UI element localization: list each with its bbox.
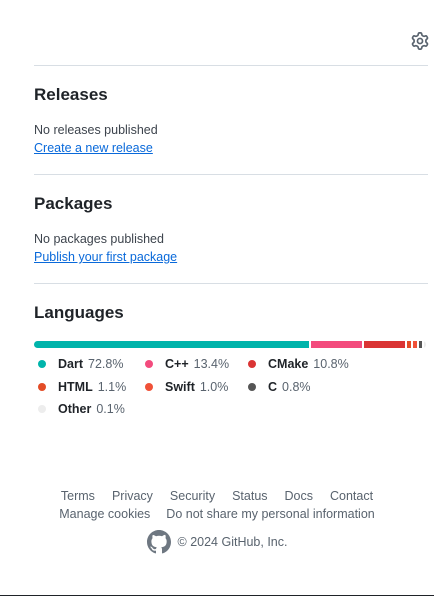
packages-empty-text: No packages published [34, 232, 164, 246]
language-item[interactable]: CMake 10.8% [248, 357, 349, 371]
language-bar-segment[interactable] [34, 341, 310, 348]
footer-link[interactable]: Contact [330, 489, 373, 503]
releases-empty-text: No releases published [34, 123, 158, 137]
language-item[interactable]: HTML 1.1% [38, 380, 126, 394]
divider [34, 65, 428, 66]
language-percent: 1.1% [97, 380, 127, 394]
language-color-dot-icon [145, 360, 153, 368]
footer-link[interactable]: Docs [285, 489, 313, 503]
language-percent: 1.0% [199, 380, 229, 394]
language-item[interactable]: Swift 1.0% [145, 380, 228, 394]
footer-links: Terms Privacy Security Status Docs Contact [0, 489, 434, 503]
language-bar-segment[interactable] [407, 341, 412, 348]
bottom-border [0, 595, 434, 596]
footer-copyright-row: © 2024 GitHub, Inc. [0, 530, 434, 554]
languages-heading: Languages [34, 303, 124, 322]
language-percent: 72.8% [88, 357, 124, 371]
footer-link[interactable]: Terms [61, 489, 95, 503]
language-color-dot-icon [38, 405, 46, 413]
language-percent: 0.8% [282, 380, 311, 394]
language-bar-segment[interactable] [311, 341, 363, 348]
language-item[interactable]: Other 0.1% [38, 402, 125, 416]
divider [34, 283, 428, 284]
language-item[interactable]: Dart 72.8% [38, 357, 123, 371]
copyright-text: © 2024 GitHub, Inc. [177, 535, 288, 549]
footer-link[interactable]: Security [170, 489, 215, 503]
language-percent: 13.4% [193, 357, 230, 371]
create-release-link[interactable]: Create a new release [34, 141, 153, 155]
language-item[interactable]: C++ 13.4% [145, 357, 229, 371]
language-percent: 0.1% [96, 402, 125, 416]
footer-links-secondary: Manage cookies Do not share my personal i… [0, 507, 434, 521]
language-percent: 10.8% [313, 357, 349, 371]
language-bar-segment[interactable] [413, 341, 417, 348]
language-name: C [268, 380, 278, 394]
language-bar-segment[interactable] [418, 341, 422, 348]
language-bar-segment[interactable] [364, 341, 406, 348]
packages-heading: Packages [34, 194, 113, 213]
footer-link[interactable]: Status [232, 489, 267, 503]
language-color-dot-icon [145, 383, 153, 391]
language-color-dot-icon [38, 383, 46, 391]
language-name: C++ [165, 357, 189, 371]
language-name: CMake [268, 357, 309, 371]
language-name: Dart [58, 357, 84, 371]
language-color-dot-icon [38, 360, 46, 368]
language-color-dot-icon [248, 360, 256, 368]
footer-link[interactable]: Manage cookies [59, 507, 150, 521]
language-name: Other [58, 402, 92, 416]
footer-link[interactable]: Privacy [112, 489, 153, 503]
language-name: HTML [58, 380, 93, 394]
language-name: Swift [165, 380, 195, 394]
releases-heading: Releases [34, 85, 108, 104]
language-item[interactable]: C 0.8% [248, 380, 311, 394]
gear-icon[interactable] [411, 32, 429, 50]
language-bar-segment[interactable] [423, 341, 426, 348]
divider [34, 174, 428, 175]
language-color-dot-icon [248, 383, 256, 391]
github-mark-icon[interactable] [146, 530, 171, 554]
footer-link[interactable]: Do not share my personal information [166, 507, 374, 521]
language-bar [34, 341, 426, 348]
publish-package-link[interactable]: Publish your first package [34, 250, 177, 264]
